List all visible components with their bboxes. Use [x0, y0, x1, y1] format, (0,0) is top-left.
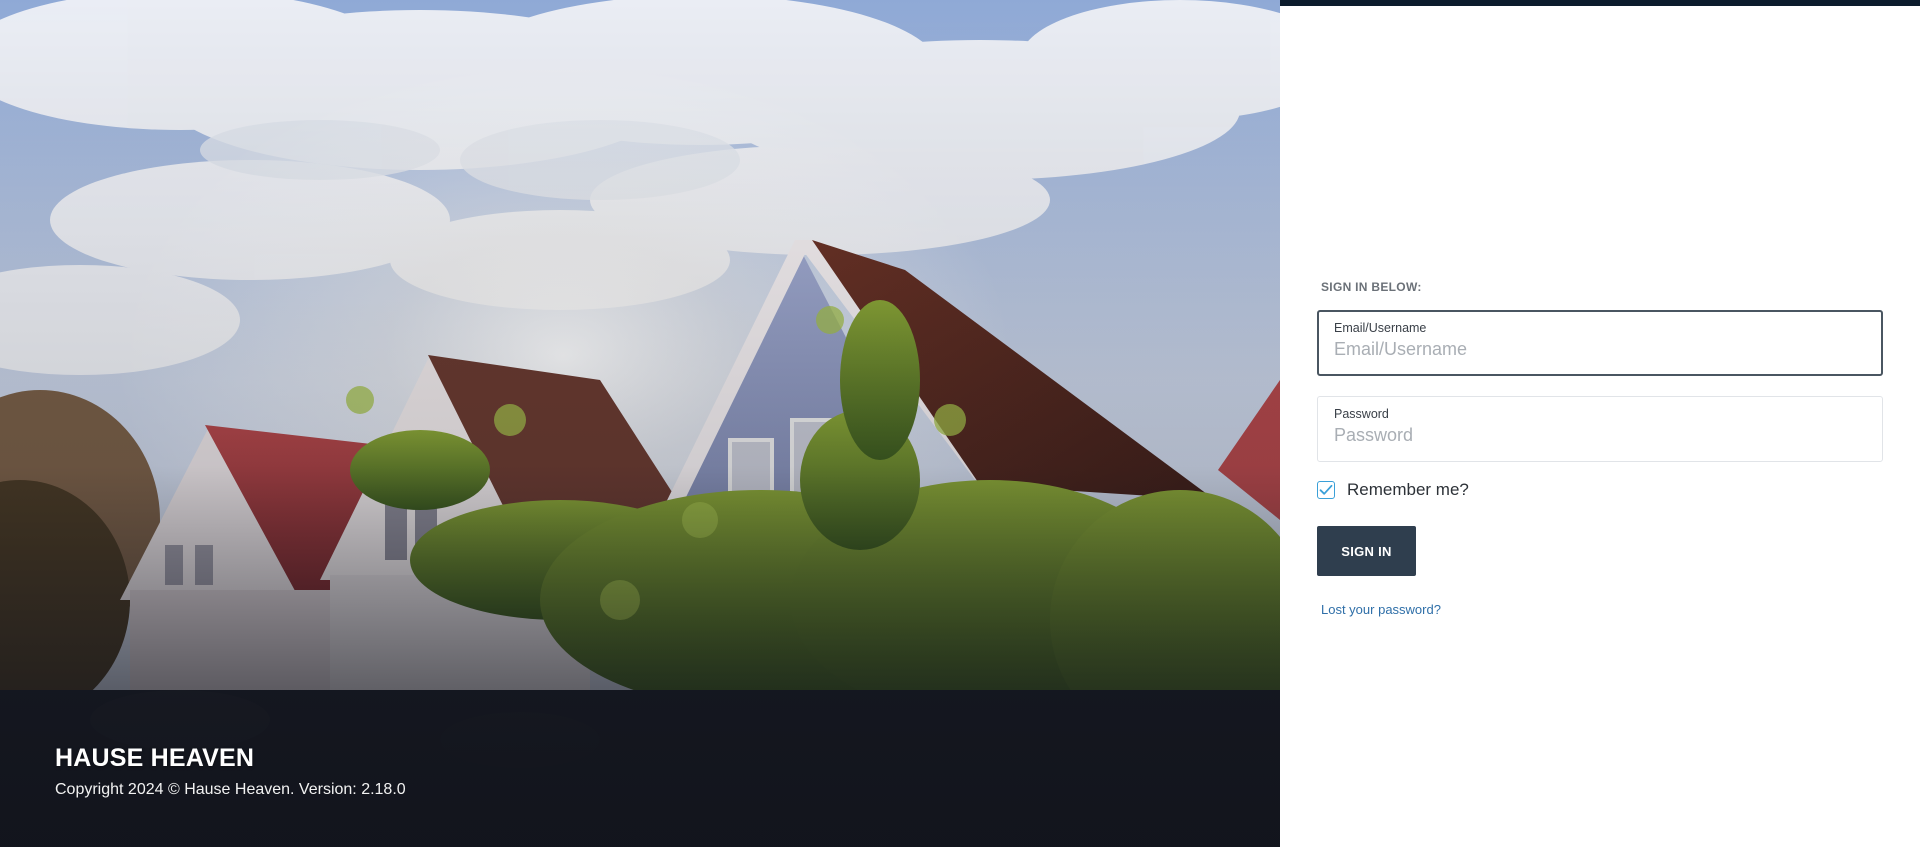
login-panel: SIGN IN BELOW: Email/Username Password R…	[1280, 0, 1920, 847]
remember-me-label[interactable]: Remember me?	[1347, 480, 1469, 500]
login-form: SIGN IN BELOW: Email/Username Password R…	[1317, 280, 1883, 617]
password-input[interactable]	[1334, 425, 1866, 446]
hero-background-image	[0, 0, 1280, 847]
hero-caption: HAUSE HEAVEN Copyright 2024 © Hause Heav…	[55, 744, 406, 799]
remember-me-checkbox[interactable]	[1317, 481, 1335, 499]
email-field[interactable]: Email/Username	[1317, 310, 1883, 376]
check-icon	[1319, 484, 1333, 495]
remember-me-row: Remember me?	[1317, 478, 1883, 502]
lost-password-link[interactable]: Lost your password?	[1321, 602, 1883, 617]
hero-panel: HAUSE HEAVEN Copyright 2024 © Hause Heav…	[0, 0, 1280, 847]
login-page: HAUSE HEAVEN Copyright 2024 © Hause Heav…	[0, 0, 1920, 847]
password-label: Password	[1334, 407, 1389, 421]
email-label: Email/Username	[1334, 321, 1427, 335]
brand-title: HAUSE HEAVEN	[55, 744, 255, 772]
panel-top-bar	[1280, 0, 1920, 6]
sign-in-heading: SIGN IN BELOW:	[1321, 280, 1422, 294]
copyright-text: Copyright 2024 © Hause Heaven. Version: …	[55, 781, 406, 798]
sign-in-button[interactable]: SIGN IN	[1317, 526, 1416, 576]
email-input[interactable]	[1334, 339, 1866, 360]
password-field[interactable]: Password	[1317, 396, 1883, 462]
